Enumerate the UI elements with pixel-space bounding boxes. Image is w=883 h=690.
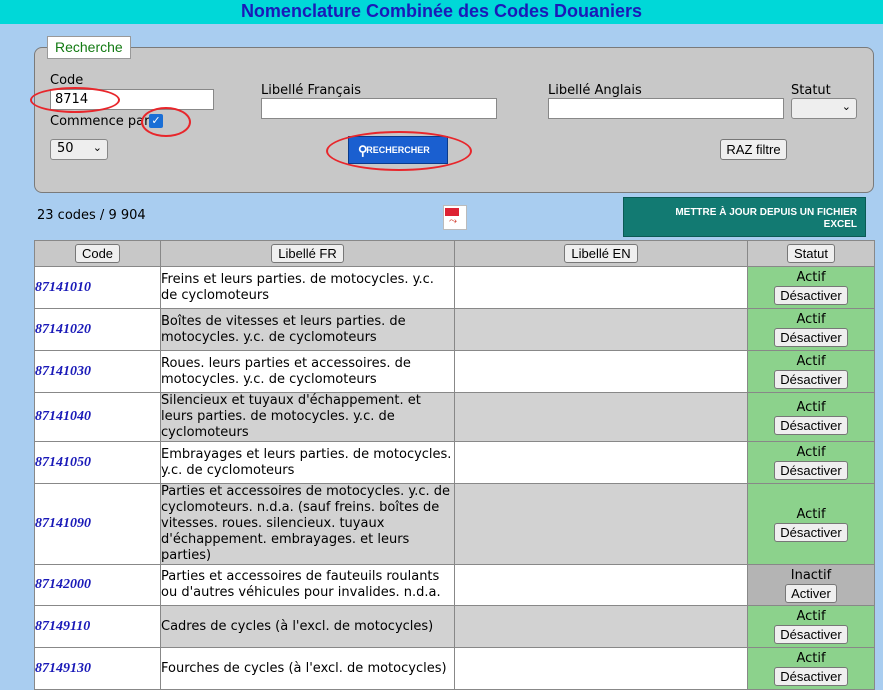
fr-label-cell: Boîtes de vitesses et leurs parties. de … [160, 308, 455, 351]
deactivate-button[interactable]: Désactiver [774, 522, 848, 542]
page-size-value: 50 [57, 141, 74, 156]
code-cell[interactable]: 87141030 [34, 350, 161, 393]
en-label-cell [454, 483, 748, 565]
result-count: 23 codes / 9 904 [37, 208, 146, 223]
status-text: Actif [796, 506, 826, 522]
en-label-cell [454, 350, 748, 393]
fr-label-cell: Freins et leurs parties. de motocycles. … [160, 266, 455, 309]
header-statut: Statut [747, 240, 875, 267]
status-cell: Inactif Activer [747, 564, 875, 606]
fr-label-cell: Roues. leurs parties et accessoires. de … [160, 350, 455, 393]
fr-label-cell: Fourches de cycles (à l'excl. de motocyc… [160, 647, 455, 690]
pdf-file-icon[interactable]: ⤳ [443, 205, 467, 230]
code-cell[interactable]: 87141040 [34, 392, 161, 442]
status-text: Actif [796, 445, 826, 460]
en-label: Libellé Anglais [548, 83, 642, 98]
highlight-ring-search [326, 131, 472, 171]
deactivate-button[interactable]: Désactiver [774, 461, 848, 480]
status-cell: Actif Désactiver [747, 483, 875, 565]
deactivate-button[interactable]: Désactiver [774, 370, 848, 389]
highlight-ring-checkbox [141, 107, 191, 137]
table-row: 87141050 Embrayages et leurs parties. de … [34, 441, 875, 484]
starts-with-label: Commence par [50, 114, 150, 129]
chevron-down-icon: ⌄ [841, 100, 851, 113]
sort-code-button[interactable]: Code [74, 244, 121, 263]
status-text: Actif [796, 399, 826, 415]
deactivate-button[interactable]: Désactiver [774, 625, 848, 644]
status-label: Statut [791, 83, 831, 98]
code-cell[interactable]: 87141050 [34, 441, 161, 484]
code-cell[interactable]: 87149130 [34, 647, 161, 690]
status-cell: Actif Désactiver [747, 350, 875, 393]
fr-label-cell: Parties et accessoires de motocycles. y.… [160, 483, 455, 565]
code-label: Code [50, 73, 84, 88]
header-code: Code [34, 240, 161, 267]
code-cell[interactable]: 87149110 [34, 605, 161, 648]
highlight-ring-code [30, 87, 120, 113]
table-row: 87141090 Parties et accessoires de motocy… [34, 483, 875, 565]
page-title: Nomenclature Combinée des Codes Douanier… [0, 0, 883, 24]
sort-fr-button[interactable]: Libellé FR [271, 244, 344, 263]
table-row: 87141010 Freins et leurs parties. de moto… [34, 266, 875, 309]
chevron-down-icon: ⌄ [92, 141, 102, 154]
code-cell[interactable]: 87141020 [34, 308, 161, 351]
sort-statut-button[interactable]: Statut [787, 244, 835, 263]
excel-button-line1: METTRE À JOUR DEPUIS UN FICHIER [675, 207, 857, 218]
status-text: Actif [796, 354, 826, 369]
status-cell: Actif Désactiver [747, 266, 875, 309]
en-label-cell [454, 441, 748, 484]
en-label-cell [454, 605, 748, 648]
table-row: 87149110 Cadres de cycles (à l'excl. de m… [34, 605, 875, 648]
en-input[interactable] [548, 98, 784, 119]
deactivate-button[interactable]: Désactiver [774, 667, 848, 686]
status-text: Actif [796, 312, 826, 327]
en-label-cell [454, 266, 748, 309]
deactivate-button[interactable]: Désactiver [774, 415, 848, 435]
deactivate-button[interactable]: Désactiver [774, 286, 848, 305]
en-label-cell [454, 392, 748, 442]
en-label-cell [454, 308, 748, 351]
status-cell: Actif Désactiver [747, 605, 875, 648]
status-text: Actif [796, 270, 826, 285]
table-row: 87141020 Boîtes de vitesses et leurs part… [34, 308, 875, 351]
table-row: 87142000 Parties et accessoires de fauteu… [34, 564, 875, 606]
table-row: 87141040 Silencieux et tuyaux d'échappeme… [34, 392, 875, 442]
en-label-cell [454, 564, 748, 606]
fr-label-cell: Silencieux et tuyaux d'échappement. et l… [160, 392, 455, 442]
fr-label-cell: Cadres de cycles (à l'excl. de motocycle… [160, 605, 455, 648]
fr-label-cell: Parties et accessoires de fauteuils roul… [160, 564, 455, 606]
en-label-cell [454, 647, 748, 690]
fr-label: Libellé Français [261, 83, 362, 98]
header-fr: Libellé FR [160, 240, 455, 267]
code-cell[interactable]: 87142000 [34, 564, 161, 606]
excel-update-button[interactable]: METTRE À JOUR DEPUIS UN FICHIER EXCEL [623, 197, 866, 237]
codes-table: Code Libellé FR Libellé EN Statut 871410… [34, 240, 875, 690]
activate-button[interactable]: Activer [785, 583, 837, 603]
excel-button-line2: EXCEL [823, 219, 857, 230]
table-row: 87141030 Roues. leurs parties et accessoi… [34, 350, 875, 393]
fr-input[interactable] [261, 98, 497, 119]
status-text: Actif [796, 609, 826, 624]
reset-filter-button[interactable]: RAZ filtre [720, 139, 787, 160]
search-legend: Recherche [47, 36, 131, 59]
code-cell[interactable]: 87141090 [34, 483, 161, 565]
deactivate-button[interactable]: Désactiver [774, 328, 848, 347]
status-cell: Actif Désactiver [747, 392, 875, 442]
page-size-select[interactable]: 50 ⌄ [50, 139, 108, 160]
table-row: 87149130 Fourches de cycles (à l'excl. de… [34, 647, 875, 690]
status-cell: Actif Désactiver [747, 308, 875, 351]
code-cell[interactable]: 87141010 [34, 266, 161, 309]
sort-en-button[interactable]: Libellé EN [564, 244, 638, 263]
status-cell: Actif Désactiver [747, 647, 875, 690]
status-text: Inactif [790, 567, 832, 583]
status-select[interactable]: ⌄ [791, 98, 857, 119]
fr-label-cell: Embrayages et leurs parties. de motocycl… [160, 441, 455, 484]
status-cell: Actif Désactiver [747, 441, 875, 484]
header-en: Libellé EN [454, 240, 748, 267]
